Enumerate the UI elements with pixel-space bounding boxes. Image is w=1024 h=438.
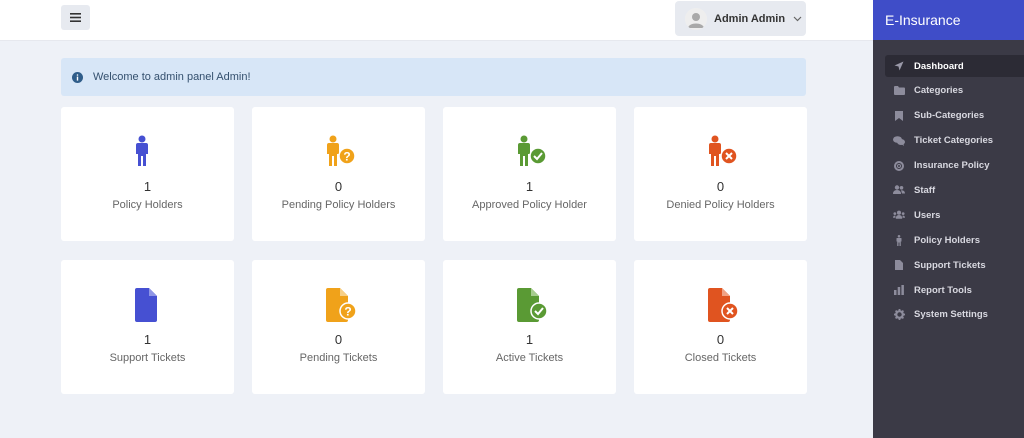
sidebar-item-label: Sub-Categories <box>914 110 985 122</box>
sidebar-item-label: Users <box>914 209 941 221</box>
card-label: Approved Policy Holder <box>472 199 587 211</box>
card-denied-policy-holders[interactable]: 0 Denied Policy Holders <box>634 107 807 241</box>
user-name: Admin Admin <box>714 12 786 25</box>
file-icon <box>893 259 905 271</box>
bar-chart-icon <box>893 284 905 296</box>
sidebar-item-users[interactable]: Users <box>885 204 1024 226</box>
card-count: 0 <box>334 179 343 194</box>
person-x-icon <box>634 134 807 170</box>
users-group-icon <box>893 209 905 221</box>
card-label: Support Tickets <box>109 352 186 364</box>
card-count: 1 <box>143 332 152 347</box>
person-icon <box>61 134 234 170</box>
person-icon <box>893 234 905 246</box>
sidebar-item-label: Dashboard <box>914 60 964 72</box>
users-icon <box>893 184 905 196</box>
sidebar-item-label: Policy Holders <box>914 234 980 246</box>
comments-icon <box>893 135 905 147</box>
sidebar: E-Insurance Dashboard Categories Sub-Cat… <box>873 0 1024 438</box>
sidebar-item-insurance-policy[interactable]: Insurance Policy <box>885 155 1024 177</box>
sidebar-item-label: Support Tickets <box>914 259 986 271</box>
card-label: Pending Policy Holders <box>281 199 396 211</box>
welcome-alert: Welcome to admin panel Admin! <box>61 58 806 96</box>
send-icon <box>893 60 905 72</box>
sidebar-nav: Dashboard Categories Sub-Categories Tick… <box>873 40 1024 326</box>
sidebar-item-label: Report Tools <box>914 284 972 296</box>
alert-message: Welcome to admin panel Admin! <box>93 71 251 83</box>
sidebar-item-sub-categories[interactable]: Sub-Categories <box>885 105 1024 127</box>
card-support-tickets[interactable]: 1 Support Tickets <box>61 260 234 394</box>
card-count: 1 <box>143 179 152 194</box>
card-count: 0 <box>716 179 725 194</box>
file-check-icon <box>443 287 616 323</box>
bookmark-icon <box>893 110 905 122</box>
sidebar-item-system-settings[interactable]: System Settings <box>885 304 1024 326</box>
sidebar-item-dashboard[interactable]: Dashboard <box>885 55 1024 77</box>
card-approved-policy-holder[interactable]: 1 Approved Policy Holder <box>443 107 616 241</box>
card-closed-tickets[interactable]: 0 Closed Tickets <box>634 260 807 394</box>
hamburger-icon <box>70 13 81 22</box>
card-label: Active Tickets <box>495 352 564 364</box>
main-area: Admin Admin Welcome to admin panel Admin… <box>0 0 873 438</box>
file-icon <box>61 287 234 323</box>
card-policy-holders[interactable]: 1 Policy Holders <box>61 107 234 241</box>
card-label: Pending Tickets <box>299 352 378 364</box>
user-menu-button[interactable]: Admin Admin <box>675 1 806 36</box>
sidebar-item-label: Ticket Categories <box>914 135 994 147</box>
sidebar-item-label: Staff <box>914 184 936 196</box>
svg-text:?: ? <box>343 150 350 164</box>
sidebar-item-ticket-categories[interactable]: Ticket Categories <box>885 130 1024 152</box>
avatar <box>685 7 707 30</box>
card-label: Denied Policy Holders <box>666 199 775 211</box>
hamburger-menu-button[interactable] <box>61 5 90 30</box>
sidebar-item-label: Insurance Policy <box>914 160 990 172</box>
lifering-icon <box>893 160 905 172</box>
brand-title: E-Insurance <box>873 0 1024 40</box>
person-question-icon: ? <box>252 134 425 170</box>
card-count: 0 <box>334 332 343 347</box>
card-label: Closed Tickets <box>684 352 757 364</box>
sidebar-item-label: Categories <box>914 85 964 97</box>
card-count: 0 <box>716 332 725 347</box>
svg-text:?: ? <box>344 305 351 319</box>
card-count: 1 <box>525 179 534 194</box>
card-active-tickets[interactable]: 1 Active Tickets <box>443 260 616 394</box>
file-x-icon <box>634 287 807 323</box>
chevron-down-icon <box>793 16 802 21</box>
card-pending-tickets[interactable]: ? 0 Pending Tickets <box>252 260 425 394</box>
gear-icon <box>893 309 905 321</box>
person-check-icon <box>443 134 616 170</box>
card-pending-policy-holders[interactable]: ? 0 Pending Policy Holders <box>252 107 425 241</box>
top-bar: Admin Admin <box>0 0 873 41</box>
folder-icon <box>893 85 905 97</box>
sidebar-item-label: System Settings <box>914 309 988 321</box>
info-icon <box>72 71 83 83</box>
sidebar-item-staff[interactable]: Staff <box>885 179 1024 201</box>
file-question-icon: ? <box>252 287 425 323</box>
sidebar-item-policy-holders[interactable]: Policy Holders <box>885 229 1024 251</box>
card-label: Policy Holders <box>112 199 183 211</box>
sidebar-item-report-tools[interactable]: Report Tools <box>885 279 1024 301</box>
sidebar-item-support-tickets[interactable]: Support Tickets <box>885 254 1024 276</box>
sidebar-item-categories[interactable]: Categories <box>885 80 1024 102</box>
card-count: 1 <box>525 332 534 347</box>
